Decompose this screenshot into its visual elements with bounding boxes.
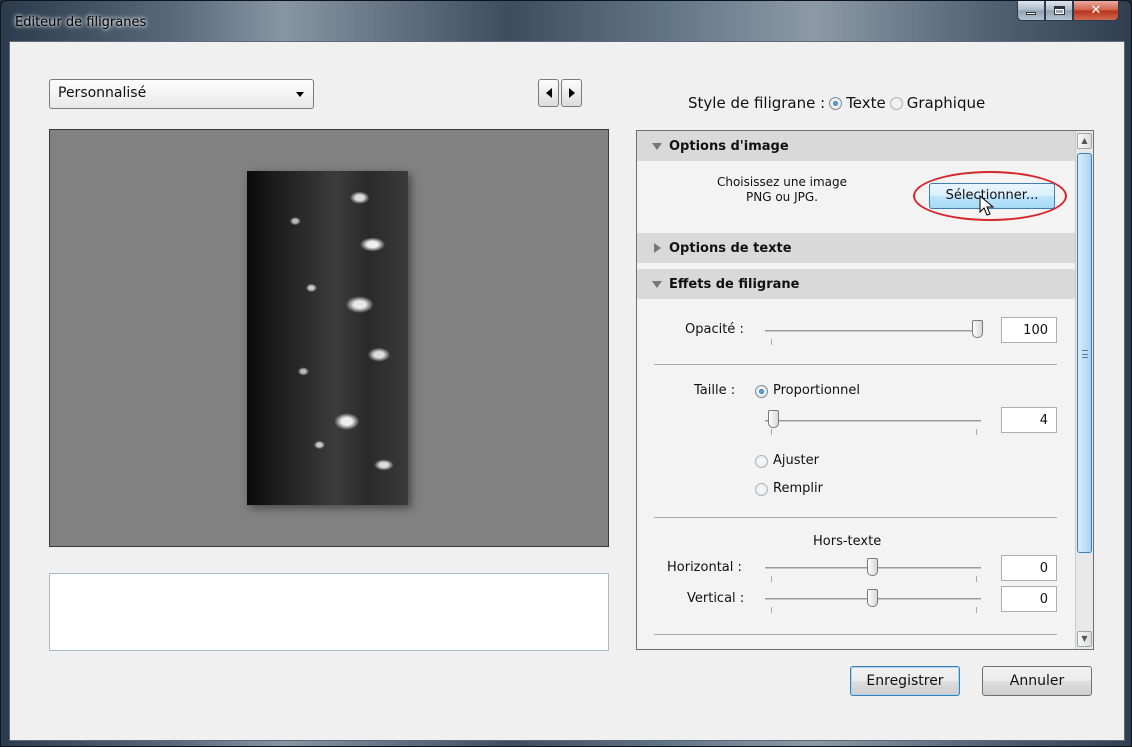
style-text-radio[interactable] <box>829 96 843 110</box>
chevron-down-icon <box>296 92 304 97</box>
size-fit-radio[interactable] <box>755 455 768 468</box>
horizontal-value-field[interactable]: 0 <box>1001 555 1057 581</box>
preview-photo <box>247 171 408 505</box>
scroll-up-button[interactable]: ▲ <box>1077 133 1092 149</box>
opacity-value-field[interactable]: 100 <box>1001 317 1057 343</box>
save-button[interactable]: Enregistrer <box>850 666 960 696</box>
offset-label: Hors-texte <box>813 534 882 549</box>
maximize-button[interactable] <box>1045 1 1073 21</box>
mouse-cursor-icon <box>979 195 995 216</box>
arrow-left-icon <box>545 88 552 98</box>
triangle-down-icon <box>652 281 662 288</box>
style-graphic-radio[interactable] <box>889 96 903 110</box>
slider-tick <box>976 429 977 435</box>
watermark-editor-window: Editeur de filigranes ✕ Personnalisé Sty… <box>0 0 1132 747</box>
image-prompt: Choisissez une image PNG ou JPG. <box>687 175 877 205</box>
opacity-slider-thumb[interactable] <box>972 320 983 338</box>
size-proportional-radio[interactable] <box>755 385 768 398</box>
slider-tick <box>771 429 772 435</box>
watermark-preview <box>49 129 609 547</box>
size-fill-label[interactable]: Remplir <box>773 481 823 496</box>
watermark-text-field[interactable] <box>49 573 609 651</box>
previous-button[interactable] <box>538 79 559 107</box>
slider-tick <box>771 339 772 345</box>
maximize-icon <box>1053 6 1065 15</box>
triangle-right-icon <box>654 243 661 253</box>
effects-title: Effets de filigrane <box>669 277 800 292</box>
minimize-button[interactable] <box>1017 1 1045 21</box>
image-options-header[interactable]: Options d'image <box>637 131 1075 161</box>
watermark-style-label: Style de filigrane : <box>688 94 826 112</box>
horizontal-label: Horizontal : <box>667 560 742 575</box>
size-slider-track[interactable] <box>765 420 981 422</box>
image-prompt-line1: Choisissez une image <box>716 175 848 189</box>
style-text-label[interactable]: Texte <box>846 94 886 112</box>
slider-tick <box>771 576 772 582</box>
next-button[interactable] <box>561 79 582 107</box>
vertical-slider-thumb[interactable] <box>867 589 878 607</box>
size-value-field[interactable]: 4 <box>1001 407 1057 433</box>
settings-scrollbar[interactable]: ▲ ▼ <box>1075 131 1093 649</box>
vertical-value-field[interactable]: 0 <box>1001 586 1057 612</box>
settings-panel: Options d'image Choisissez une image PNG… <box>636 130 1094 650</box>
image-options-title: Options d'image <box>669 139 789 154</box>
opacity-slider-track[interactable] <box>765 330 981 332</box>
cancel-button[interactable]: Annuler <box>982 666 1092 696</box>
close-button[interactable]: ✕ <box>1073 1 1119 21</box>
title-bar[interactable]: Editeur de filigranes ✕ <box>1 1 1131 41</box>
size-slider-thumb[interactable] <box>768 410 779 428</box>
preset-selected-value: Personnalisé <box>58 85 147 101</box>
dialog-client-area: Personnalisé Style de filigrane : Texte … <box>9 41 1125 741</box>
size-proportional-label[interactable]: Proportionnel <box>773 383 860 398</box>
caption-buttons: ✕ <box>1017 1 1119 21</box>
scroll-down-button[interactable]: ▼ <box>1077 631 1092 647</box>
size-fit-label[interactable]: Ajuster <box>773 453 819 468</box>
preset-dropdown[interactable]: Personnalisé <box>49 79 314 109</box>
scrollbar-thumb[interactable] <box>1077 153 1092 553</box>
triangle-down-icon <box>652 143 662 150</box>
arrow-right-icon <box>568 88 575 98</box>
effects-header[interactable]: Effets de filigrane <box>637 269 1075 299</box>
vertical-label: Vertical : <box>687 591 745 606</box>
preview-navigation <box>538 79 582 107</box>
divider <box>654 634 1057 635</box>
watermark-style-selector: Style de filigrane : Texte Graphique <box>688 94 985 112</box>
slider-tick <box>976 576 977 582</box>
size-fill-radio[interactable] <box>755 483 768 496</box>
opacity-label: Opacité : <box>685 322 744 337</box>
size-label: Taille : <box>694 383 736 398</box>
text-options-header[interactable]: Options de texte <box>637 233 1075 263</box>
horizontal-slider-thumb[interactable] <box>867 558 878 576</box>
image-prompt-line2: PNG ou JPG. <box>746 190 818 204</box>
close-icon: ✕ <box>1090 3 1102 18</box>
slider-tick <box>976 607 977 613</box>
divider <box>654 364 1057 365</box>
grip-icon <box>1082 350 1088 358</box>
slider-tick <box>771 607 772 613</box>
divider <box>654 517 1057 518</box>
style-graphic-label[interactable]: Graphique <box>907 94 985 112</box>
minimize-icon <box>1026 12 1036 15</box>
window-title: Editeur de filigranes <box>15 15 147 30</box>
text-options-title: Options de texte <box>669 241 792 256</box>
